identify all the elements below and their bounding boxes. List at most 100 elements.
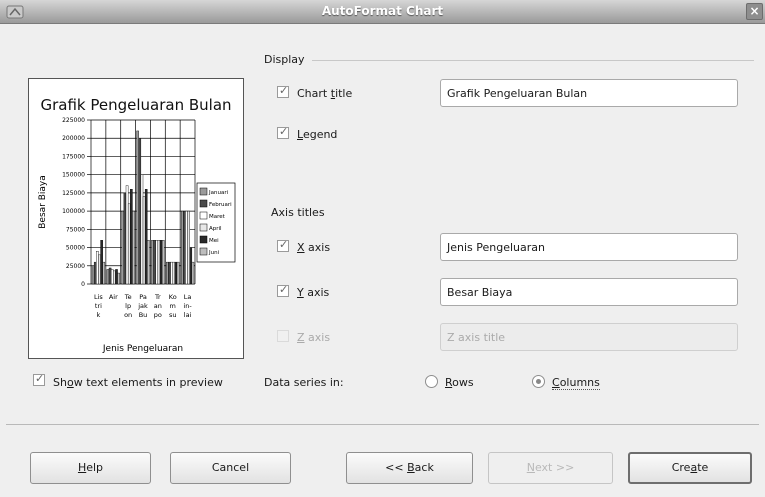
x-tick-label: an <box>154 302 162 310</box>
bar-juni <box>161 240 165 285</box>
z-axis-checkbox[interactable] <box>277 330 289 342</box>
legend-checkbox[interactable] <box>277 125 289 139</box>
y-axis-title-field[interactable]: Besar Biaya <box>440 278 738 306</box>
bar-april <box>142 196 146 285</box>
y-axis-label[interactable]: Y axis <box>297 286 329 299</box>
x-tick-label: Ko <box>169 293 177 301</box>
legend-label[interactable]: Legend <box>297 128 337 141</box>
bar-maret <box>96 250 99 285</box>
y-tick-label: 75000 <box>66 226 85 233</box>
legend-entry: Mei <box>209 238 219 244</box>
z-axis-label: Z axis <box>297 331 331 344</box>
button-divider <box>6 424 759 425</box>
bar-februari <box>108 267 112 285</box>
chart: Grafik Pengeluaran Bulan 225000 200000 1750… <box>38 96 236 354</box>
y-axis-title: Besar Biaya <box>38 175 48 229</box>
chart-title-field[interactable]: Grafik Pengeluaran Bulan <box>440 79 738 107</box>
bar-februari <box>153 240 156 285</box>
y-tick-label: 225000 <box>62 117 85 124</box>
bar-februari <box>138 138 142 285</box>
x-tick-label: k <box>97 311 101 319</box>
bar-februari <box>168 261 171 285</box>
bar-januari <box>136 130 139 285</box>
x-tick-label: on <box>124 311 132 319</box>
columns-radio[interactable] <box>532 375 545 388</box>
bar-mei <box>100 240 103 285</box>
legend-swatch <box>199 199 208 208</box>
bar-maret <box>170 261 173 285</box>
bar-april <box>113 270 116 285</box>
x-tick-label: Bu <box>139 311 148 319</box>
bar-januari <box>121 210 125 285</box>
x-axis-title-field[interactable]: Jenis Pengeluaran <box>440 233 738 261</box>
y-axis-checkbox[interactable] <box>277 283 289 297</box>
bar-februari <box>123 192 127 285</box>
y-tick-label: 25000 <box>66 263 85 270</box>
chart-preview: Grafik Pengeluaran Bulan 225000 200000 1750… <box>28 78 244 359</box>
x-tick-label: m <box>170 302 176 310</box>
data-series-label: Data series in: <box>264 376 344 389</box>
y-tick-label: 175000 <box>62 153 85 160</box>
display-separator <box>312 60 754 61</box>
bar-juni <box>117 272 120 285</box>
chart-title-label[interactable]: Chart title <box>297 87 352 100</box>
bar-april <box>127 203 131 285</box>
y-tick-label: 50000 <box>66 245 85 252</box>
x-tick-label: jak <box>137 302 148 310</box>
bar-mei <box>144 189 148 285</box>
rows-label[interactable]: Rows <box>445 376 474 389</box>
back-button[interactable]: << Back <box>346 452 473 484</box>
x-tick-label: lai <box>184 311 192 319</box>
rows-radio[interactable] <box>425 375 438 388</box>
legend-swatch <box>199 235 208 244</box>
bar-februari <box>183 210 186 285</box>
cancel-button[interactable]: Cancel <box>170 452 291 484</box>
x-axis-checkbox[interactable] <box>277 238 289 252</box>
x-tick-label: Tr <box>154 293 161 301</box>
axis-titles-label: Axis titles <box>271 206 325 219</box>
x-tick-label: Pa <box>139 293 147 301</box>
x-tick-label: Lis <box>94 293 103 301</box>
bar-april <box>187 210 190 285</box>
y-tick-label: 200000 <box>62 135 85 142</box>
close-icon[interactable]: × <box>746 3 763 20</box>
bar-juni <box>191 261 195 285</box>
bar-mei <box>189 247 193 285</box>
chart-title: Grafik Pengeluaran Bulan <box>40 96 231 114</box>
bar-juni <box>102 261 106 285</box>
y-tick-label: 100000 <box>62 208 85 215</box>
x-axis-title: Jenis Pengeluaran <box>102 344 183 354</box>
show-text-checkbox[interactable] <box>33 372 45 386</box>
bar-juni <box>147 240 150 285</box>
bar-maret <box>140 174 144 285</box>
next-button[interactable]: Next >> <box>488 452 613 484</box>
bar-maret <box>110 269 114 285</box>
bar-april <box>172 261 176 285</box>
bar-januari <box>91 265 95 285</box>
legend-entry: Maret <box>209 214 226 220</box>
x-tick-label: po <box>154 311 162 319</box>
chart-title-checkbox[interactable] <box>277 84 289 98</box>
legend-swatch <box>199 187 208 196</box>
create-button[interactable]: Create <box>628 452 752 484</box>
x-tick-label: su <box>169 311 177 319</box>
legend-entry: April <box>209 226 222 232</box>
y-tick-label: 0 <box>81 281 85 288</box>
window-title: AutoFormat Chart <box>321 4 444 18</box>
y-tick-label: 125000 <box>62 190 85 197</box>
columns-label[interactable]: Columns <box>552 376 600 390</box>
x-tick-label: lp <box>125 302 131 310</box>
z-axis-title-field: Z axis title <box>440 323 738 351</box>
x-axis-label[interactable]: X axis <box>297 241 330 254</box>
bar-mei <box>159 240 163 285</box>
bar-april <box>98 254 101 285</box>
help-button[interactable]: Help <box>30 452 151 484</box>
x-tick-label: tri <box>95 302 102 310</box>
display-section-label: Display <box>264 53 305 66</box>
legend-entry: Februari <box>209 202 232 208</box>
show-text-label[interactable]: Show text elements in preview <box>53 376 223 389</box>
bar-mei <box>174 261 178 285</box>
bar-januari <box>151 240 154 285</box>
legend-swatch <box>199 211 208 220</box>
bar-januari <box>166 261 169 285</box>
